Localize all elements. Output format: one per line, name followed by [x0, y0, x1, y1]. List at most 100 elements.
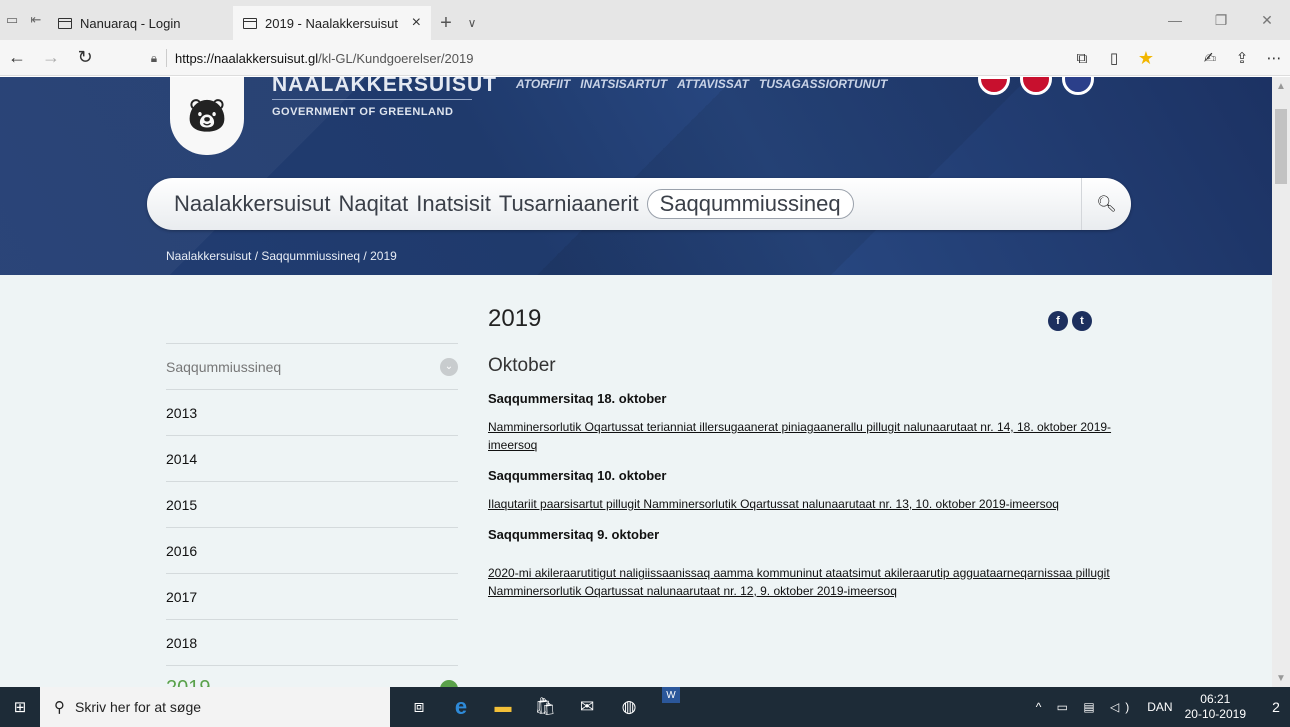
announcement-link[interactable]: 2020-mi akileraarutitigut naligiissaanis… [488, 564, 1118, 600]
announcement-link[interactable]: Namminersorlutik Oqartussat terianniat i… [488, 418, 1118, 454]
share-icon[interactable]: ⇪ [1226, 49, 1258, 67]
brand-subtitle[interactable]: GOVERNMENT OF GREENLAND [272, 106, 453, 118]
clock[interactable]: 06:21 20-10-2019 [1185, 692, 1246, 722]
globe-icon[interactable]: ◍ [608, 687, 650, 727]
english-flag-icon[interactable] [1062, 77, 1094, 95]
taskbar-search-placeholder: Skriv her for at søge [75, 699, 202, 715]
scroll-up-icon[interactable]: ▲ [1272, 77, 1290, 95]
top-nav-attavissat[interactable]: ATTAVISSAT [677, 77, 749, 91]
nav-inatsisit[interactable]: Inatsisit [416, 191, 491, 217]
word-icon[interactable]: W [662, 687, 680, 703]
brand-name[interactable]: NAALAKKERSUISUT [272, 77, 497, 93]
browser-tab-login[interactable]: Nanuaraq - Login [48, 6, 233, 40]
mail-icon[interactable]: ✉ [566, 687, 608, 727]
top-nav-tusagassiortunut[interactable]: TUSAGASSIORTUNUT [759, 77, 887, 91]
edge-icon[interactable]: e [440, 687, 482, 727]
windows-start-icon[interactable]: ⊞ [0, 687, 40, 727]
sidebar-item-2015[interactable]: 2015 [166, 481, 458, 527]
top-navigation: ATORFIIT INATSISARTUT ATTAVISSAT TUSAGAS… [516, 77, 887, 91]
main-navigation: Naalakkersuisut Naqitat Inatsisit Tusarn… [147, 178, 1131, 230]
scroll-thumb[interactable] [1275, 109, 1287, 184]
page-scrollbar[interactable]: ▲ ▼ [1272, 77, 1290, 687]
sidebar-item-2017[interactable]: 2017 [166, 573, 458, 619]
taskbar-apps: ⧈ e ▬ 🛍︎ ✉ ◍ W [398, 687, 692, 727]
chevron-down-icon: ⌄ [440, 357, 458, 376]
date-heading: Saqqummersitaq 9. oktober [488, 527, 660, 542]
nav-saqqummiussineq[interactable]: Saqqummiussineq [646, 189, 854, 219]
twitter-icon[interactable]: t [1072, 311, 1092, 331]
close-window-icon[interactable]: ✕ [1244, 0, 1290, 40]
restore-icon[interactable]: ❐ [1198, 0, 1244, 40]
file-explorer-icon[interactable]: ▬ [482, 687, 524, 727]
sidebar-item-2018[interactable]: 2018 [166, 619, 458, 665]
sidebar-item-2019[interactable]: 2019 ⌄ [166, 665, 458, 687]
new-tab-button[interactable]: + [431, 6, 461, 40]
nav-naqitat[interactable]: Naqitat [339, 191, 409, 217]
language-flags [978, 77, 1094, 95]
top-nav-inatsisartut[interactable]: INATSISARTUT [580, 77, 667, 91]
danish-flag-icon[interactable] [1020, 77, 1052, 95]
store-icon[interactable]: 🛍︎ [524, 687, 566, 727]
announcement-link[interactable]: Ilaqutariit paarsisartut pillugit Nammin… [488, 495, 1118, 513]
favorite-star-icon[interactable]: ★ [1130, 48, 1162, 69]
date-heading: Saqqummersitaq 18. oktober [488, 391, 667, 406]
tab-list-chevron-icon[interactable]: ∨ [461, 6, 483, 40]
tab-title: 2019 - Naalakkersuisut [265, 15, 398, 31]
pen-icon[interactable]: ✍︎ [1194, 49, 1226, 67]
month-heading: Oktober [488, 355, 556, 376]
taskbar-search[interactable]: ⚲ Skriv her for at søge [40, 687, 390, 727]
browser-tab-bar: ▭ ⇤ Nanuaraq - Login 2019 - Naalakkersui… [0, 0, 1290, 40]
url-separator [166, 49, 167, 67]
more-icon[interactable]: ⋯ [1258, 49, 1290, 67]
main-content: 2019 f t Oktober Saqqummersitaq 18. okto… [488, 305, 1118, 600]
notification-icon[interactable]: 2 [1262, 687, 1290, 727]
nav-tusarniaanerit[interactable]: Tusarniaanerit [499, 191, 639, 217]
address-bar: ← → ↻ 🔒︎ https://naalakkersuisut.gl/kl-G… [0, 40, 1290, 76]
social-share: f t [1048, 311, 1092, 331]
breadcrumb[interactable]: Naalakkersuisut / Saqqummiussineq / 2019 [166, 249, 397, 263]
sidebar-item-label: 2019 [166, 677, 211, 687]
add-tab-icon[interactable]: ⧉ [1066, 50, 1098, 67]
tab-title: Nanuaraq - Login [80, 15, 181, 31]
page-title: 2019 [488, 305, 542, 332]
url-domain: https://naalakkersuisut.gl [175, 50, 319, 66]
lock-icon: 🔒︎ [150, 50, 158, 65]
language-indicator[interactable]: DAN [1147, 700, 1172, 714]
greenland-crest-icon[interactable]: 🐻︎ [170, 77, 244, 155]
search-icon[interactable]: 🔍︎ [1081, 178, 1131, 230]
back-arrow-icon[interactable]: ← [0, 40, 34, 76]
taskbar: ⊞ ⚲ Skriv her for at søge ⧈ e ▬ 🛍︎ ✉ ◍ W… [0, 687, 1290, 727]
minimize-icon[interactable]: — [1152, 0, 1198, 40]
sidebar-header-label: Saqqummiussineq [166, 358, 282, 375]
close-tab-icon[interactable]: × [412, 14, 421, 32]
sidebar-item-2013[interactable]: 2013 [166, 389, 458, 435]
clock-time: 06:21 [1200, 692, 1231, 706]
sidebar-item-2016[interactable]: 2016 [166, 527, 458, 573]
greenlandic-flag-icon[interactable] [978, 77, 1010, 95]
sidebar-header[interactable]: Saqqummiussineq ⌄ [166, 343, 458, 389]
tab-overview-icon[interactable]: ▭ [0, 0, 24, 40]
tray-icons[interactable]: ^ ▭ ▤ ◁) [1036, 700, 1136, 714]
reading-view-icon[interactable]: ▯ [1098, 49, 1130, 67]
nav-naalakkersuisut[interactable]: Naalakkersuisut [174, 191, 331, 217]
url-field[interactable]: 🔒︎ https://naalakkersuisut.gl/kl-GL/Kund… [142, 44, 1056, 72]
refresh-icon[interactable]: ↻ [68, 40, 102, 76]
top-nav-atorfiit[interactable]: ATORFIIT [516, 77, 570, 91]
page-icon [243, 17, 257, 29]
facebook-icon[interactable]: f [1048, 311, 1068, 331]
site-header: 🐻︎ NAALAKKERSUISUT GOVERNMENT OF GREENLA… [0, 77, 1272, 275]
sidebar-item-2014[interactable]: 2014 [166, 435, 458, 481]
system-tray: ^ ▭ ▤ ◁) DAN 06:21 20-10-2019 2 [1036, 687, 1290, 727]
browser-tab-2019[interactable]: 2019 - Naalakkersuisut × [233, 6, 431, 40]
scroll-down-icon[interactable]: ▼ [1272, 669, 1290, 687]
search-icon: ⚲ [54, 699, 65, 716]
page-viewport: 🐻︎ NAALAKKERSUISUT GOVERNMENT OF GREENLA… [0, 77, 1272, 687]
tabs-aside-icon[interactable]: ⇤ [24, 0, 48, 40]
sidebar: Saqqummiussineq ⌄ 2013 2014 2015 2016 20… [166, 343, 458, 687]
clock-date: 20-10-2019 [1184, 707, 1246, 721]
chevron-down-icon: ⌄ [440, 679, 458, 687]
notification-count: 2 [1272, 699, 1280, 715]
url-path: /kl-GL/Kundgoerelser/2019 [318, 50, 474, 66]
forward-arrow-icon[interactable]: → [34, 40, 68, 76]
task-view-icon[interactable]: ⧈ [398, 687, 440, 727]
